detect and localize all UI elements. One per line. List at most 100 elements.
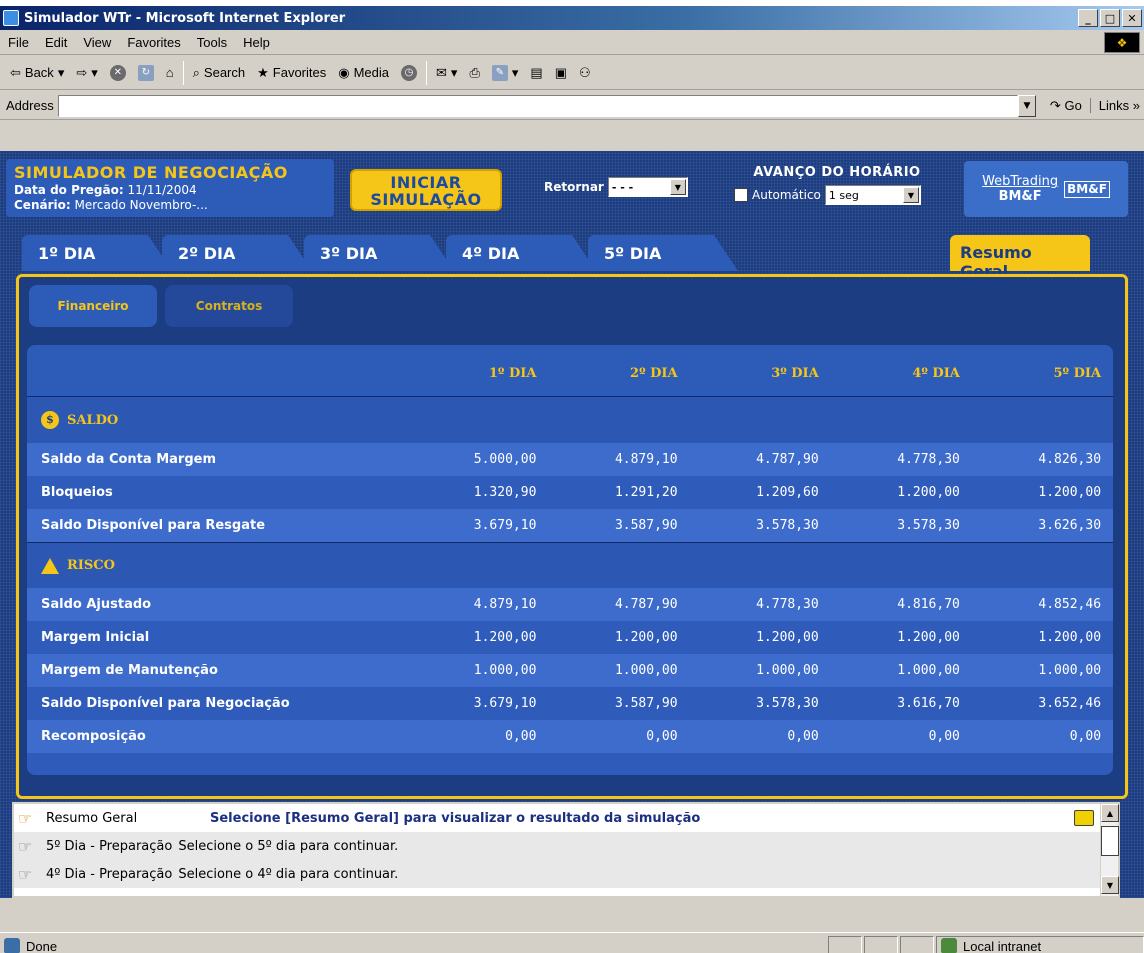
table-cell: 1.000,00	[756, 663, 819, 678]
row-label: Margem Inicial	[41, 630, 150, 645]
menu-favorites[interactable]: Favorites	[119, 35, 188, 50]
table-cell: 4.879,10	[614, 452, 678, 467]
table-cell: 1.200,00	[1038, 630, 1102, 645]
table-row: Saldo Disponível para Resgate 3.679,10 3.5…	[27, 509, 1113, 542]
search-button[interactable]: ⌕ Search	[187, 65, 251, 81]
table-cell: 1.000,00	[614, 663, 678, 678]
table-cell: 1.000,00	[1038, 663, 1102, 678]
table-cell: 3.587,90	[614, 696, 678, 711]
page-done-icon	[4, 938, 20, 953]
forward-button[interactable]: ⇨ ▾	[70, 65, 103, 81]
menu-tools[interactable]: Tools	[189, 35, 235, 50]
automatic-checkbox[interactable]	[734, 188, 748, 202]
home-icon: ⌂	[165, 65, 174, 80]
row-label: Saldo Disponível para Resgate	[41, 518, 266, 533]
close-button[interactable]: ✕	[1122, 9, 1142, 27]
menu-help[interactable]: Help	[235, 35, 278, 50]
tab-day-5[interactable]: 5º DIA	[588, 235, 738, 271]
menu-edit[interactable]: Edit	[37, 35, 75, 50]
mail-button[interactable]: ✉ ▾	[430, 65, 463, 81]
maximize-button[interactable]: □	[1100, 9, 1120, 27]
go-button[interactable]: ↷ Go	[1042, 98, 1090, 114]
minimize-button[interactable]: _	[1078, 9, 1098, 27]
stop-button[interactable]: ✕	[104, 64, 132, 81]
printer-icon[interactable]	[1074, 810, 1094, 826]
summary-table: 1º DIA 2º DIA 3º DIA 4º DIA 5º DIA $ SALD…	[27, 345, 1113, 775]
message-row[interactable]: ☞ Resumo Geral Selecione [Resumo Geral] …	[14, 804, 1118, 832]
tab-day-4[interactable]: 4º DIA	[446, 235, 596, 271]
status-cell	[864, 935, 898, 953]
message-row[interactable]: ☞ 4º Dia - Preparação Selecione o 4º dia…	[14, 860, 1118, 888]
intranet-icon	[941, 938, 957, 953]
row-label: Saldo Ajustado	[41, 597, 152, 612]
simulator-title: SIMULADOR DE NEGOCIAÇÃO	[14, 163, 288, 182]
column-header: 5º DIA	[1053, 366, 1102, 381]
table-cell: 0,00	[646, 729, 678, 744]
interval-select[interactable]: 1 seg ▼	[824, 185, 921, 205]
ie-icon	[3, 10, 19, 26]
table-cell: 1.000,00	[897, 663, 960, 678]
table-cell: 0,00	[787, 729, 819, 744]
tab-day-3[interactable]: 3º DIA	[304, 235, 454, 271]
table-cell: 4.778,30	[756, 597, 819, 612]
menu-view[interactable]: View	[75, 35, 119, 50]
scroll-thumb[interactable]	[1101, 826, 1119, 856]
address-label: Address	[6, 98, 54, 113]
menu-bar: File Edit View Favorites Tools Help ❖	[0, 30, 1144, 55]
refresh-icon: ↻	[137, 64, 154, 81]
print-button[interactable]: ⎙	[463, 65, 485, 81]
section-saldo: $ SALDO	[27, 397, 1113, 443]
table-cell: 1.000,00	[473, 663, 537, 678]
table-row: Saldo da Conta Margem 5.000,00 4.879,10 4.7…	[27, 443, 1113, 476]
scroll-up-button[interactable]: ▲	[1101, 804, 1119, 822]
tab-day-1[interactable]: 1º DIA	[22, 235, 172, 271]
table-cell: 3.587,90	[614, 518, 678, 533]
research-button[interactable]: ▣	[549, 65, 573, 81]
favorites-button[interactable]: ★ Favorites	[251, 65, 332, 81]
subtab-contratos[interactable]: Contratos	[165, 285, 293, 327]
table-cell: 1.209,60	[756, 485, 819, 500]
tab-day-2[interactable]: 2º DIA	[162, 235, 312, 271]
table-row: Saldo Disponível para Negociação 3.679,10…	[27, 687, 1113, 720]
address-dropdown[interactable]: ▼	[1017, 94, 1036, 117]
start-simulation-button[interactable]: INICIAR SIMULAÇÃO	[350, 169, 502, 211]
message-scrollbar[interactable]: ▲ ▼	[1100, 804, 1119, 896]
table-cell: 4.826,30	[1038, 452, 1102, 467]
message-row[interactable]: ☞ 5º Dia - Preparação Selecione o 5º dia…	[14, 832, 1118, 860]
messenger-button[interactable]: ⚇	[573, 65, 597, 81]
back-button[interactable]: ⇦ Back ▾	[4, 65, 70, 81]
table-cell: 3.578,30	[756, 696, 819, 711]
retornar-select[interactable]: - - - ▼	[607, 177, 688, 197]
edit-button[interactable]: ✎ ▾	[486, 64, 525, 81]
windows-logo-icon: ❖	[1104, 32, 1140, 53]
print-icon: ⎙	[469, 64, 480, 80]
refresh-button[interactable]: ↻	[132, 64, 160, 81]
table-row: Margem Inicial 1.200,00 1.200,00 1.200,00 1.…	[27, 621, 1113, 654]
row-label: Saldo Disponível para Negociação	[41, 696, 290, 711]
webtrading-bmf-logo: WebTrading BM&F BM&F	[964, 161, 1128, 217]
subtab-financeiro[interactable]: Financeiro	[29, 285, 157, 327]
column-header: 1º DIA	[488, 366, 537, 381]
table-row: Bloqueios 1.320,90 1.291,20 1.209,60 1.200,0…	[27, 476, 1113, 509]
address-bar: Address ▼ ↷ Go Links »	[0, 92, 1144, 120]
table-cell: 1.200,00	[1038, 485, 1102, 500]
tab-resumo-geral[interactable]: Resumo Geral	[950, 235, 1090, 281]
trading-date: Data do Pregão: 11/11/2004	[14, 183, 197, 197]
links-button[interactable]: Links »	[1089, 98, 1144, 113]
discuss-button[interactable]: ▤	[524, 65, 548, 81]
column-header: 3º DIA	[771, 366, 819, 381]
time-advance-title: AVANÇO DO HORÁRIO	[753, 165, 921, 180]
message-log: ☞ Resumo Geral Selecione [Resumo Geral] …	[12, 802, 1120, 898]
history-button[interactable]: ◷	[395, 64, 423, 81]
automatic-label: Automático	[752, 188, 821, 202]
simulator-header: SIMULADOR DE NEGOCIAÇÃO Data do Pregão: …	[6, 159, 1136, 225]
address-input[interactable]	[57, 94, 1018, 117]
table-cell: 3.578,30	[756, 518, 819, 533]
scroll-down-button[interactable]: ▼	[1101, 876, 1119, 894]
home-button[interactable]: ⌂	[160, 65, 180, 80]
menu-file[interactable]: File	[0, 35, 37, 50]
edit-icon: ✎	[491, 64, 508, 81]
row-label: Recomposição	[41, 729, 146, 744]
media-button[interactable]: ◉ Media	[332, 65, 395, 81]
back-arrow-icon: ⇦	[10, 64, 21, 80]
